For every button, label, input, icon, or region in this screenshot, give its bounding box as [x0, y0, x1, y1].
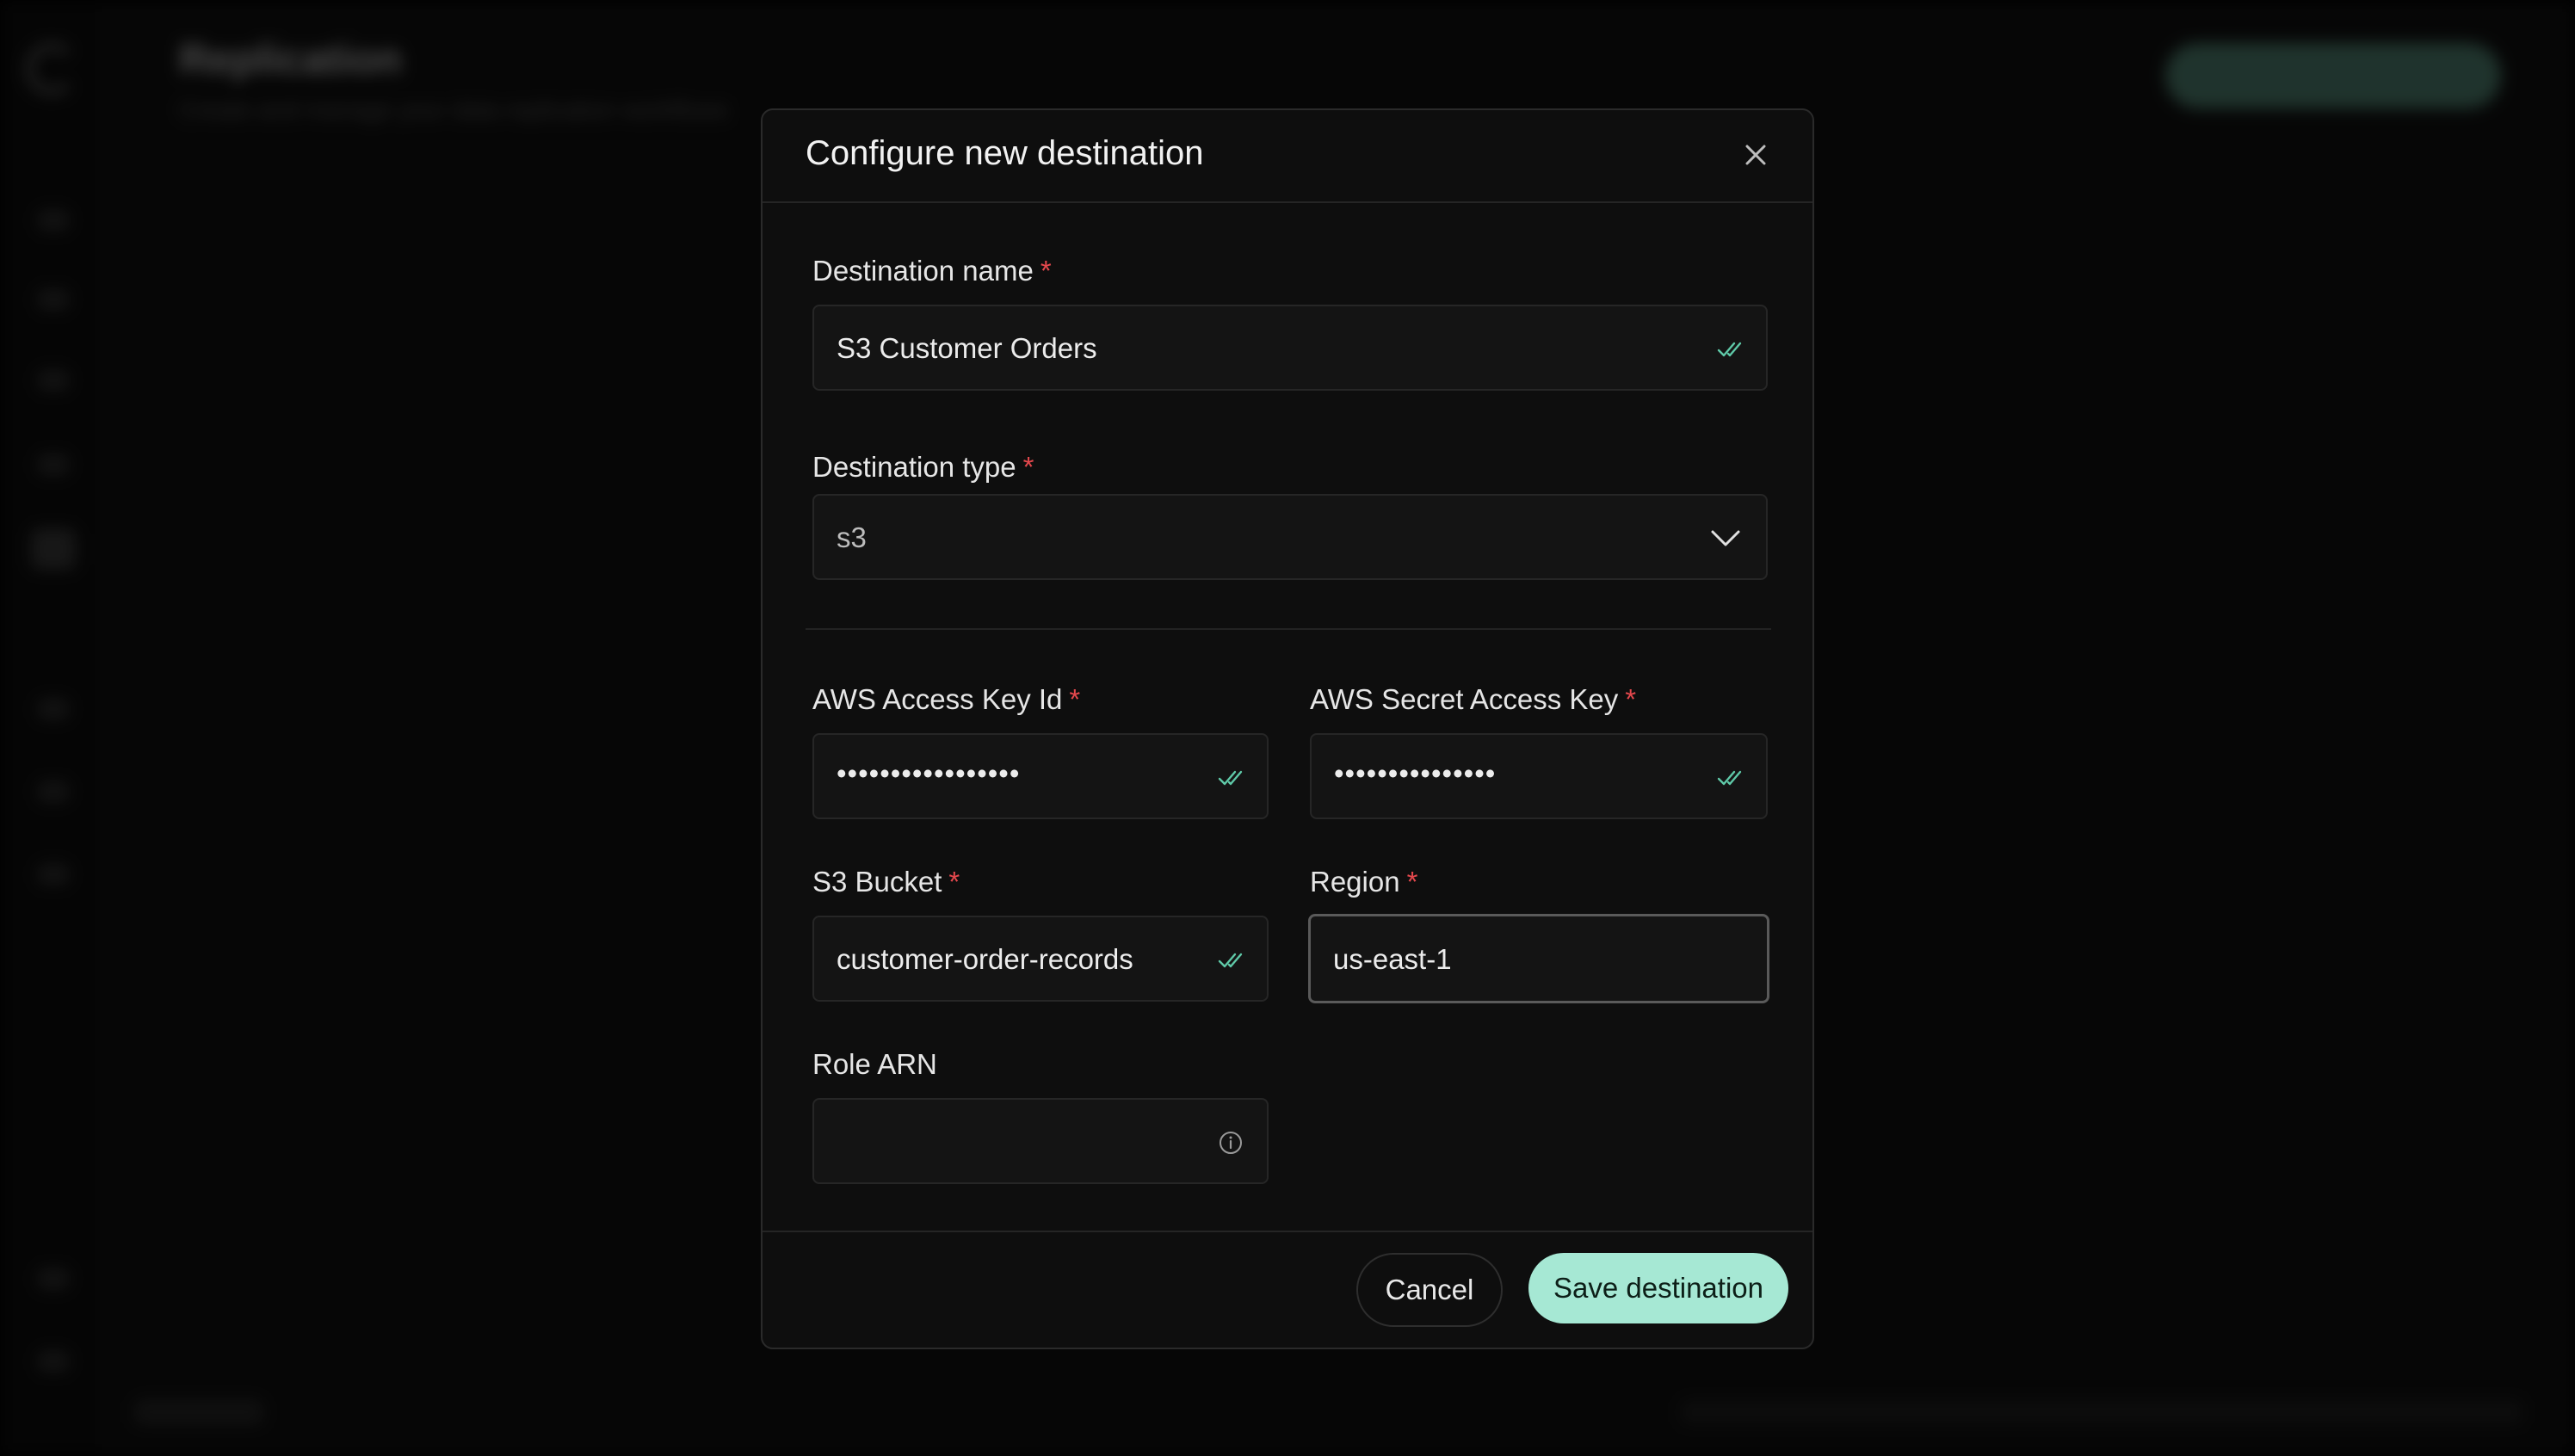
- aws-access-key-id-input[interactable]: •••••••••••••••••: [812, 733, 1269, 819]
- close-icon: [1745, 145, 1766, 165]
- double-check-icon: [1218, 953, 1243, 968]
- role-arn-label: Role ARN: [812, 1048, 937, 1080]
- aws-secret-access-key-input[interactable]: •••••••••••••••: [1310, 733, 1768, 819]
- info-icon[interactable]: [1217, 1129, 1244, 1157]
- required-mark: *: [948, 866, 960, 898]
- cancel-button[interactable]: Cancel: [1356, 1253, 1503, 1327]
- region-label-text: Region: [1310, 866, 1400, 898]
- double-check-icon: [1717, 342, 1742, 357]
- region-value: us-east-1: [1333, 943, 1452, 975]
- double-check-icon: [1218, 770, 1243, 786]
- aws-secret-access-key-label: AWS Secret Access Key *: [1310, 683, 1636, 716]
- role-arn-input[interactable]: [812, 1098, 1269, 1184]
- aws-secret-access-key-label-text: AWS Secret Access Key: [1310, 683, 1619, 715]
- destination-name-label-text: Destination name: [812, 255, 1034, 287]
- save-destination-button[interactable]: Save destination: [1528, 1253, 1788, 1323]
- s3-bucket-label: S3 Bucket *: [812, 866, 960, 898]
- aws-access-key-id-label-text: AWS Access Key Id: [812, 683, 1063, 715]
- destination-type-select[interactable]: s3: [812, 494, 1768, 580]
- aws-access-key-id-value: •••••••••••••••••: [837, 757, 1021, 789]
- double-check-icon: [1717, 770, 1742, 786]
- region-input[interactable]: us-east-1: [1308, 914, 1769, 1003]
- required-mark: *: [1022, 451, 1034, 483]
- close-button[interactable]: [1738, 138, 1773, 172]
- s3-bucket-input[interactable]: customer-order-records: [812, 916, 1269, 1002]
- chevron-down-icon: [1711, 530, 1740, 546]
- modal-footer: Cancel Save destination: [763, 1231, 1812, 1348]
- destination-type-label: Destination type *: [812, 451, 1034, 484]
- aws-secret-access-key-value: •••••••••••••••: [1334, 757, 1497, 789]
- destination-name-label: Destination name *: [812, 255, 1052, 287]
- required-mark: *: [1040, 255, 1052, 287]
- region-label: Region *: [1310, 866, 1417, 898]
- modal-title: Configure new destination: [806, 134, 1204, 172]
- destination-name-value: S3 Customer Orders: [837, 332, 1097, 364]
- configure-destination-modal: Configure new destination Destination na…: [761, 108, 1814, 1349]
- modal-header: Configure new destination: [763, 110, 1812, 203]
- destination-type-value: s3: [837, 521, 867, 553]
- required-mark: *: [1406, 866, 1418, 898]
- required-mark: *: [1069, 683, 1081, 715]
- destination-type-label-text: Destination type: [812, 451, 1016, 483]
- section-divider: [806, 628, 1771, 630]
- destination-name-input[interactable]: S3 Customer Orders: [812, 305, 1768, 391]
- s3-bucket-value: customer-order-records: [837, 943, 1133, 975]
- required-mark: *: [1625, 683, 1637, 715]
- s3-bucket-label-text: S3 Bucket: [812, 866, 942, 898]
- aws-access-key-id-label: AWS Access Key Id *: [812, 683, 1080, 716]
